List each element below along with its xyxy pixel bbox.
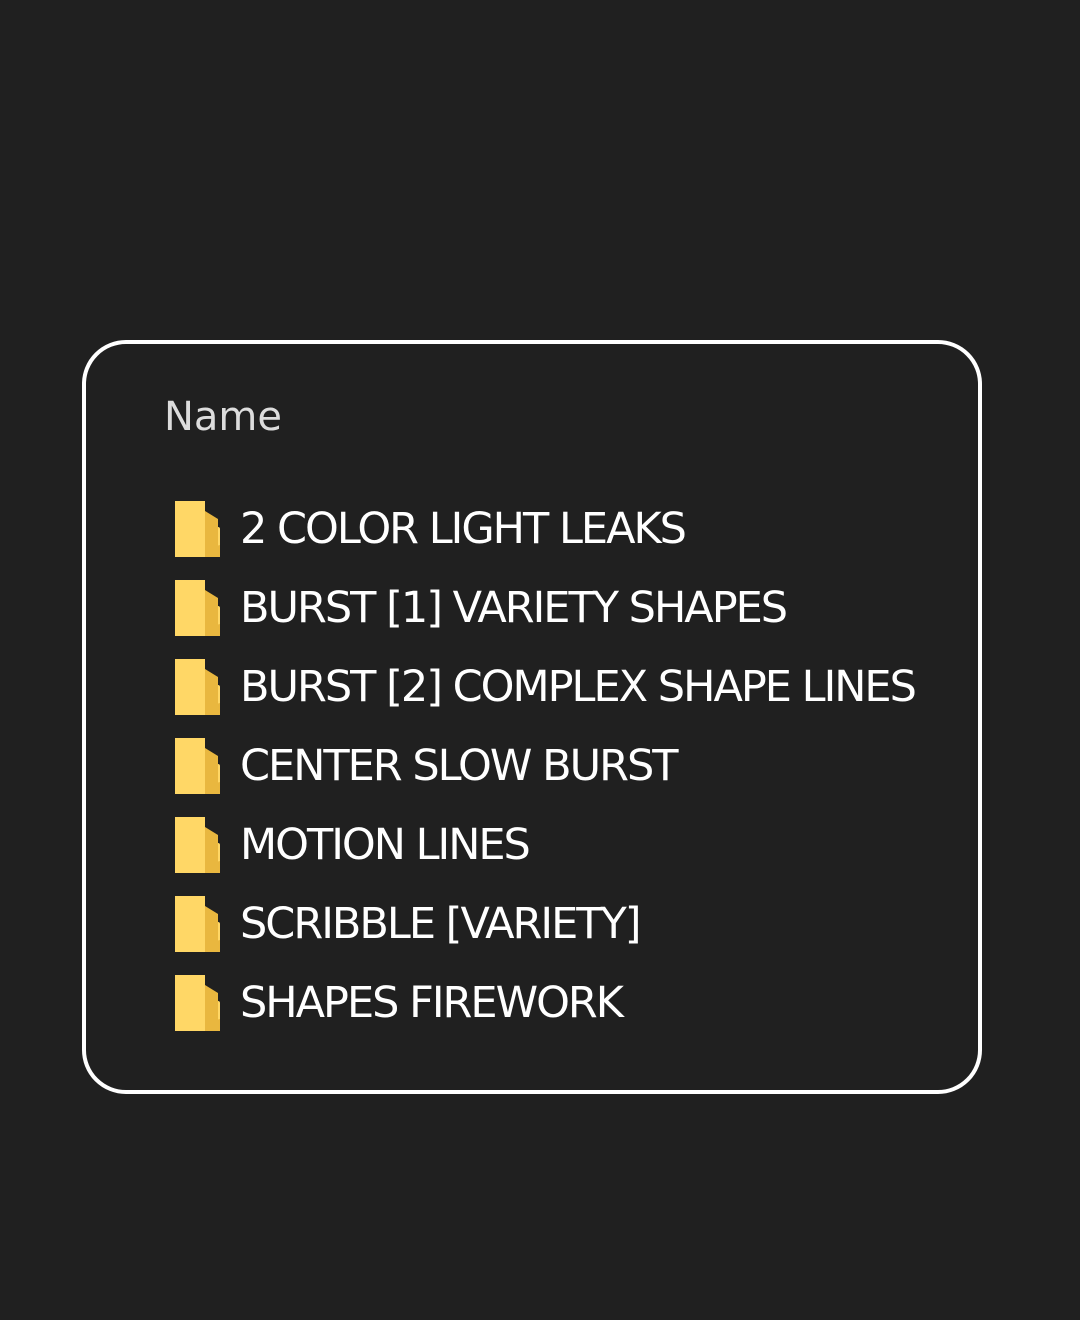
- folder-icon: [172, 578, 222, 638]
- folder-icon: [172, 657, 222, 717]
- folder-name: 2 COLOR LIGHT LEAKS: [240, 503, 687, 554]
- folder-name: BURST [2] COMPLEX SHAPE LINES: [240, 661, 917, 712]
- folder-name: CENTER SLOW BURST: [240, 740, 679, 791]
- list-item[interactable]: 2 COLOR LIGHT LEAKS: [172, 489, 915, 568]
- folder-icon: [172, 499, 222, 559]
- list-item[interactable]: SHAPES FIREWORK: [172, 963, 915, 1042]
- list-item[interactable]: BURST [2] COMPLEX SHAPE LINES: [172, 647, 917, 726]
- folder-name: MOTION LINES: [240, 819, 531, 870]
- list-item[interactable]: SCRIBBLE [VARIETY]: [172, 884, 915, 963]
- list-item[interactable]: CENTER SLOW BURST: [172, 726, 915, 805]
- list-item[interactable]: MOTION LINES: [172, 805, 915, 884]
- folder-name: SHAPES FIREWORK: [240, 977, 624, 1028]
- folder-name: SCRIBBLE [VARIETY]: [240, 898, 642, 949]
- folder-icon: [172, 815, 222, 875]
- folder-icon: [172, 736, 222, 796]
- file-list-panel: Name 2 COLOR LIGHT LEAKS BURST [1] VARIE…: [82, 340, 982, 1094]
- folder-icon: [172, 973, 222, 1033]
- folder-icon: [172, 894, 222, 954]
- list-item[interactable]: BURST [1] VARIETY SHAPES: [172, 568, 915, 647]
- folder-name: BURST [1] VARIETY SHAPES: [240, 582, 788, 633]
- folder-list: 2 COLOR LIGHT LEAKS BURST [1] VARIETY SH…: [172, 489, 917, 1042]
- name-column-header[interactable]: Name: [164, 392, 282, 442]
